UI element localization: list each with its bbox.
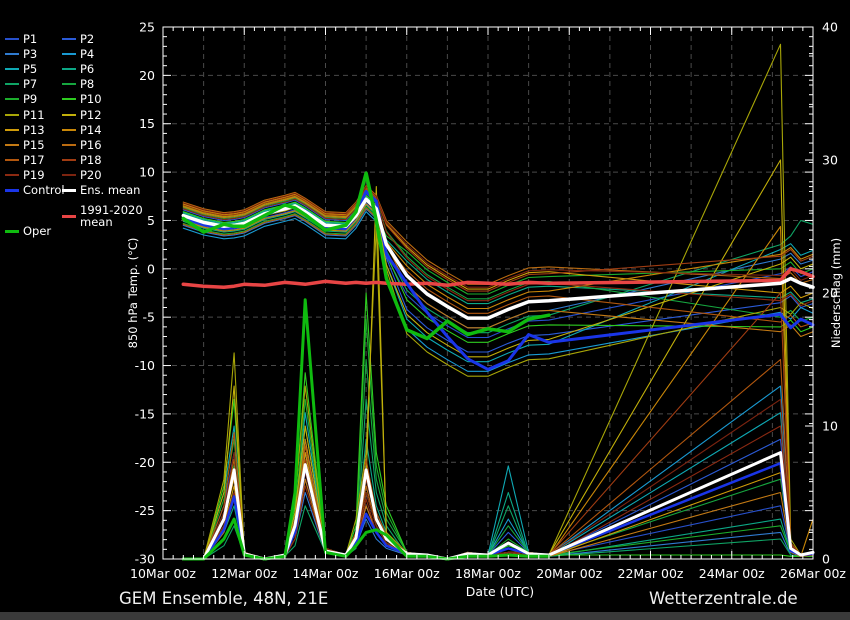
legend-line-swatch xyxy=(62,174,76,176)
legend-line-swatch xyxy=(5,38,19,40)
legend-item-p3: P3 xyxy=(5,48,37,60)
legend-line-swatch xyxy=(62,83,76,85)
legend-line-swatch xyxy=(62,53,76,55)
y-right-tick-label: 40 xyxy=(822,20,838,35)
legend-item-oper: Oper xyxy=(5,225,51,237)
x-tick-label: 22Mar 00z xyxy=(618,566,684,581)
legend-item-p9: P9 xyxy=(5,93,37,105)
legend-item-p15: P15 xyxy=(5,139,45,151)
legend-line-swatch xyxy=(62,144,76,146)
legend-item-p14: P14 xyxy=(62,124,102,136)
legend-line-swatch xyxy=(5,144,19,146)
x-tick-label: 14Mar 00z xyxy=(293,566,359,581)
legend-line-swatch xyxy=(62,159,76,161)
legend-item-control: Control xyxy=(5,184,65,196)
legend-line-swatch xyxy=(5,68,19,70)
x-tick-label: 12Mar 00z xyxy=(211,566,277,581)
legend-label: P12 xyxy=(80,109,102,121)
legend-label: P7 xyxy=(23,78,37,90)
x-tick-label: 10Mar 00z xyxy=(130,566,196,581)
x-tick-label: 20Mar 00z xyxy=(536,566,602,581)
legend-item-p12: P12 xyxy=(62,109,102,121)
y-left-tick-label: -20 xyxy=(135,455,155,470)
legend-label: P2 xyxy=(80,33,94,45)
legend-label: Oper xyxy=(23,225,51,237)
legend-label: P17 xyxy=(23,154,45,166)
legend-line-swatch xyxy=(62,68,76,70)
legend-label: P16 xyxy=(80,139,102,151)
y-left-tick-label: -30 xyxy=(135,552,155,567)
legend-line-swatch xyxy=(5,129,19,131)
legend-line-swatch xyxy=(5,174,19,176)
legend-label: Ens. mean xyxy=(80,184,140,196)
legend-item-p8: P8 xyxy=(62,78,94,90)
x-tick-label: 16Mar 00z xyxy=(374,566,440,581)
legend-line-swatch xyxy=(62,215,76,218)
legend-label: P4 xyxy=(80,48,94,60)
footer-model-info: GEM Ensemble, 48N, 21E xyxy=(119,589,328,608)
legend-item-p4: P4 xyxy=(62,48,94,60)
legend-item-ens-mean: Ens. mean xyxy=(62,184,140,196)
legend-label: P3 xyxy=(23,48,37,60)
legend-item-p1: P1 xyxy=(5,33,37,45)
legend-label: P18 xyxy=(80,154,102,166)
y-left-tick-label: -10 xyxy=(135,358,155,373)
x-tick-label: 24Mar 00z xyxy=(699,566,765,581)
x-tick-label: 26Mar 00z xyxy=(780,566,846,581)
legend-item-p2: P2 xyxy=(62,33,94,45)
x-tick-label: 18Mar 00z xyxy=(455,566,521,581)
legend-item-p6: P6 xyxy=(62,63,94,75)
legend-label: P9 xyxy=(23,93,37,105)
legend-label: P19 xyxy=(23,169,45,181)
wetterzentrale-ensemble-chart-page: Miskolc (HU) 850 hPa Temp. & Niederschla… xyxy=(0,0,850,620)
y-left-tick-label: -15 xyxy=(135,406,155,421)
legend-item-p13: P13 xyxy=(5,124,45,136)
legend-label: P11 xyxy=(23,109,45,121)
legend-item-p19: P19 xyxy=(5,169,45,181)
y-left-tick-label: 0 xyxy=(147,261,155,276)
y-right-axis-title: Niederschlag (mm) xyxy=(829,238,843,348)
bottom-strip xyxy=(0,612,850,620)
y-right-tick-label: 30 xyxy=(822,153,838,168)
legend-item-p11: P11 xyxy=(5,109,45,121)
legend-line-swatch xyxy=(62,38,76,40)
legend-label: Control xyxy=(23,184,65,196)
legend-label: P6 xyxy=(80,63,94,75)
y-right-tick-label: 0 xyxy=(822,552,830,567)
legend-line-swatch xyxy=(5,83,19,85)
legend-line-swatch xyxy=(5,53,19,55)
legend-item-p16: P16 xyxy=(62,139,102,151)
legend-item-p20: P20 xyxy=(62,169,102,181)
legend-label: P5 xyxy=(23,63,37,75)
legend-line-swatch xyxy=(62,98,76,100)
legend-line-swatch xyxy=(5,114,19,116)
legend-line-swatch xyxy=(62,129,76,131)
legend-label: P10 xyxy=(80,93,102,105)
y-left-tick-label: -25 xyxy=(135,503,155,518)
x-axis-title: Date (UTC) xyxy=(430,584,570,599)
legend-item-p18: P18 xyxy=(62,154,102,166)
legend-item-p7: P7 xyxy=(5,78,37,90)
legend-item-p17: P17 xyxy=(5,154,45,166)
legend: P1 P2 P3 P4 P5 P6 P7 P8 P9 P10 P11 P12 P13 P14 P15 P16 P… xyxy=(0,0,160,260)
legend-item-p10: P10 xyxy=(62,93,102,105)
legend-line-swatch xyxy=(5,189,19,192)
legend-item-p5: P5 xyxy=(5,63,37,75)
legend-label: P8 xyxy=(80,78,94,90)
legend-label: P13 xyxy=(23,124,45,136)
legend-label: P1 xyxy=(23,33,37,45)
legend-label: 1991-2020 mean xyxy=(80,204,152,228)
legend-line-swatch xyxy=(5,98,19,100)
footer-site-name: Wetterzentrale.de xyxy=(649,589,798,608)
legend-line-swatch xyxy=(62,189,76,192)
legend-line-swatch xyxy=(5,159,19,161)
legend-item-1991-2020-mean: 1991-2020 mean xyxy=(62,210,152,222)
y-left-tick-label: -5 xyxy=(143,310,155,325)
legend-line-swatch xyxy=(5,230,19,233)
legend-line-swatch xyxy=(62,114,76,116)
y-right-tick-label: 10 xyxy=(822,419,838,434)
legend-label: P20 xyxy=(80,169,102,181)
legend-label: P14 xyxy=(80,124,102,136)
legend-label: P15 xyxy=(23,139,45,151)
